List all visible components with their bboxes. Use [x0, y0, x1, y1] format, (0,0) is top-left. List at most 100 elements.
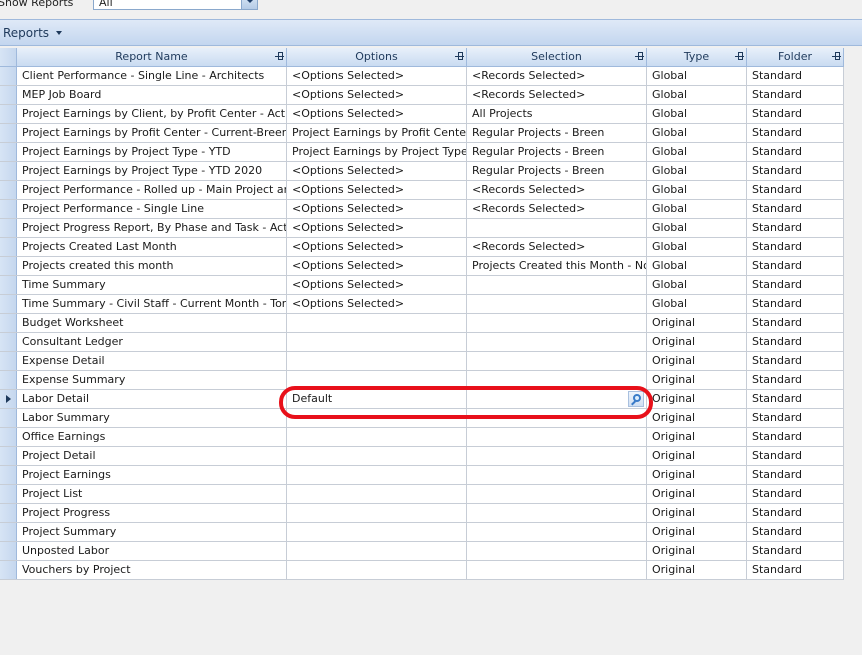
- folder-cell[interactable]: Standard: [747, 219, 844, 237]
- type-cell[interactable]: Original: [647, 466, 747, 484]
- selection-cell[interactable]: [467, 295, 647, 313]
- options-cell[interactable]: [287, 371, 467, 389]
- selection-cell[interactable]: [467, 390, 647, 408]
- table-row[interactable]: Project Earnings by Profit Center - Curr…: [0, 124, 844, 143]
- selection-cell[interactable]: [467, 352, 647, 370]
- type-cell[interactable]: Original: [647, 504, 747, 522]
- table-row[interactable]: Project Summary Original Standard: [0, 523, 844, 542]
- report-name-cell[interactable]: Projects created this month: [17, 257, 287, 275]
- selection-cell[interactable]: [467, 466, 647, 484]
- pin-icon[interactable]: [735, 52, 744, 61]
- row-selector[interactable]: [0, 523, 17, 541]
- row-selector[interactable]: [0, 105, 17, 123]
- type-cell[interactable]: Global: [647, 67, 747, 85]
- options-cell[interactable]: [287, 314, 467, 332]
- selection-cell[interactable]: [467, 371, 647, 389]
- folder-cell[interactable]: Standard: [747, 257, 844, 275]
- row-selector[interactable]: [0, 143, 17, 161]
- folder-cell[interactable]: Standard: [747, 314, 844, 332]
- options-cell[interactable]: <Options Selected>: [287, 67, 467, 85]
- folder-cell[interactable]: Standard: [747, 428, 844, 446]
- selection-cell[interactable]: [467, 485, 647, 503]
- row-selector[interactable]: [0, 504, 17, 522]
- options-cell[interactable]: [287, 333, 467, 351]
- folder-cell[interactable]: Standard: [747, 409, 844, 427]
- type-cell[interactable]: Global: [647, 86, 747, 104]
- table-row[interactable]: Client Performance - Single Line - Archi…: [0, 67, 844, 86]
- report-name-cell[interactable]: Project Detail: [17, 447, 287, 465]
- table-row[interactable]: Vouchers by Project Original Standard: [0, 561, 844, 580]
- type-cell[interactable]: Global: [647, 276, 747, 294]
- table-row[interactable]: Project Earnings by Project Type - YTD 2…: [0, 162, 844, 181]
- table-row[interactable]: Project Earnings by Client, by Profit Ce…: [0, 105, 844, 124]
- report-name-cell[interactable]: MEP Job Board: [17, 86, 287, 104]
- report-name-cell[interactable]: Project Earnings: [17, 466, 287, 484]
- folder-cell[interactable]: Standard: [747, 371, 844, 389]
- report-name-cell[interactable]: Unposted Labor: [17, 542, 287, 560]
- folder-cell[interactable]: Standard: [747, 561, 844, 579]
- type-cell[interactable]: Original: [647, 561, 747, 579]
- options-cell[interactable]: <Options Selected>: [287, 181, 467, 199]
- selection-cell[interactable]: Projects Created this Month - Non-: [467, 257, 647, 275]
- table-row[interactable]: Time Summary <Options Selected> Global Stan…: [0, 276, 844, 295]
- table-row[interactable]: Project Earnings Original Standard: [0, 466, 844, 485]
- selection-cell[interactable]: All Projects: [467, 105, 647, 123]
- row-selector[interactable]: [0, 200, 17, 218]
- table-row[interactable]: Labor Summary Original Standard: [0, 409, 844, 428]
- folder-cell[interactable]: Standard: [747, 162, 844, 180]
- selection-cell[interactable]: [467, 447, 647, 465]
- report-name-cell[interactable]: Projects Created Last Month: [17, 238, 287, 256]
- type-cell[interactable]: Original: [647, 333, 747, 351]
- folder-cell[interactable]: Standard: [747, 466, 844, 484]
- selection-cell[interactable]: [467, 276, 647, 294]
- row-selector[interactable]: [0, 124, 17, 142]
- table-row[interactable]: Project Performance - Single Line <Option…: [0, 200, 844, 219]
- selection-cell[interactable]: [467, 333, 647, 351]
- row-selector[interactable]: [0, 542, 17, 560]
- folder-cell[interactable]: Standard: [747, 276, 844, 294]
- report-name-cell[interactable]: Project Earnings by Profit Center - Curr…: [17, 124, 287, 142]
- options-cell[interactable]: <Options Selected>: [287, 86, 467, 104]
- column-header-options[interactable]: Options: [287, 48, 467, 66]
- row-selector[interactable]: [0, 86, 17, 104]
- column-header-type[interactable]: Type: [647, 48, 747, 66]
- table-row[interactable]: Project Performance - Rolled up - Main P…: [0, 181, 844, 200]
- report-name-cell[interactable]: Project Summary: [17, 523, 287, 541]
- options-cell[interactable]: Project Earnings by Profit Center -: [287, 124, 467, 142]
- table-row[interactable]: Project Progress Original Standard: [0, 504, 844, 523]
- folder-cell[interactable]: Standard: [747, 105, 844, 123]
- options-cell[interactable]: <Options Selected>: [287, 219, 467, 237]
- report-name-cell[interactable]: Time Summary: [17, 276, 287, 294]
- table-row[interactable]: MEP Job Board <Options Selected> <Records …: [0, 86, 844, 105]
- folder-cell[interactable]: Standard: [747, 86, 844, 104]
- report-name-cell[interactable]: Vouchers by Project: [17, 561, 287, 579]
- folder-cell[interactable]: Standard: [747, 542, 844, 560]
- row-selector[interactable]: [0, 162, 17, 180]
- selection-cell[interactable]: [467, 523, 647, 541]
- selection-cell[interactable]: Regular Projects - Breen: [467, 124, 647, 142]
- selection-cell[interactable]: <Records Selected>: [467, 181, 647, 199]
- row-selector[interactable]: [0, 333, 17, 351]
- options-cell[interactable]: <Options Selected>: [287, 295, 467, 313]
- row-selector[interactable]: [0, 257, 17, 275]
- show-reports-dropdown[interactable]: All: [93, 0, 258, 10]
- type-cell[interactable]: Global: [647, 162, 747, 180]
- table-row[interactable]: Projects created this month <Options Sele…: [0, 257, 844, 276]
- options-cell[interactable]: Default: [287, 390, 467, 408]
- selection-cell[interactable]: <Records Selected>: [467, 86, 647, 104]
- selection-cell[interactable]: [467, 314, 647, 332]
- type-cell[interactable]: Global: [647, 181, 747, 199]
- options-cell[interactable]: [287, 542, 467, 560]
- type-cell[interactable]: Global: [647, 124, 747, 142]
- folder-cell[interactable]: Standard: [747, 390, 844, 408]
- report-name-cell[interactable]: Expense Detail: [17, 352, 287, 370]
- options-cell[interactable]: [287, 428, 467, 446]
- pin-icon[interactable]: [275, 52, 284, 61]
- type-cell[interactable]: Original: [647, 447, 747, 465]
- type-cell[interactable]: Global: [647, 200, 747, 218]
- type-cell[interactable]: Global: [647, 219, 747, 237]
- column-header-folder[interactable]: Folder: [747, 48, 844, 66]
- report-name-cell[interactable]: Labor Summary: [17, 409, 287, 427]
- report-name-cell[interactable]: Expense Summary: [17, 371, 287, 389]
- selection-cell[interactable]: [467, 219, 647, 237]
